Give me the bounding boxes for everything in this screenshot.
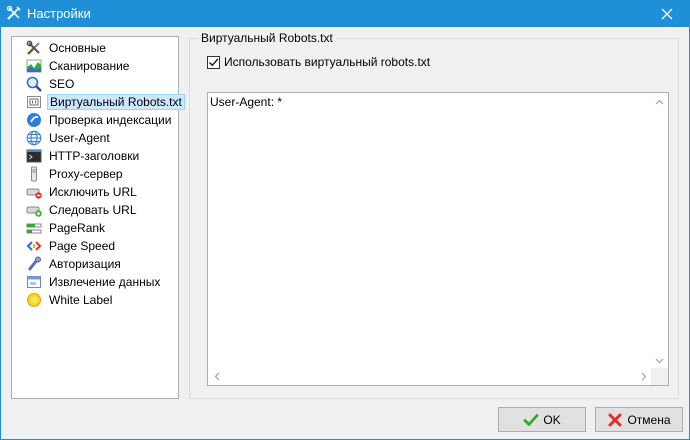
sidebar-item-label: Сканирование bbox=[49, 59, 130, 73]
pagerank-icon bbox=[26, 220, 42, 236]
blue-globe-icon bbox=[26, 112, 42, 128]
checkmark-icon bbox=[523, 413, 539, 426]
ok-button-label: OK bbox=[543, 412, 561, 427]
vertical-scrollbar[interactable] bbox=[651, 93, 668, 369]
scrollbar-corner bbox=[651, 368, 668, 385]
globe-icon bbox=[26, 130, 42, 146]
sidebar-item-label: Виртуальный Robots.txt bbox=[47, 94, 185, 110]
scroll-down-button[interactable] bbox=[651, 352, 668, 369]
chevron-up-icon bbox=[655, 99, 664, 104]
title-bar[interactable]: Настройки bbox=[0, 0, 690, 27]
sidebar-item-label: User-Agent bbox=[49, 131, 110, 145]
proxy-icon bbox=[26, 166, 42, 182]
robots-text-editor[interactable]: User-Agent: * bbox=[207, 92, 669, 386]
chevron-left-icon bbox=[214, 372, 219, 381]
horizontal-scrollbar[interactable] bbox=[208, 368, 652, 385]
sidebar-item-label: Proxy-сервер bbox=[49, 167, 123, 181]
cancel-button-label: Отмена bbox=[627, 412, 671, 427]
pagespeed-icon bbox=[26, 238, 42, 254]
sidebar-item-white-label[interactable]: White Label bbox=[13, 291, 175, 309]
tools-icon bbox=[6, 5, 22, 21]
extract-icon bbox=[26, 274, 42, 290]
sidebar-item-follow-url[interactable]: Следовать URL bbox=[13, 201, 175, 219]
scroll-up-button[interactable] bbox=[651, 93, 668, 110]
sidebar-item-label: PageRank bbox=[49, 221, 106, 235]
sidebar-item-scanning[interactable]: Сканирование bbox=[13, 57, 175, 75]
scroll-left-button[interactable] bbox=[208, 368, 225, 385]
sidebar-item-label: Исключить URL bbox=[49, 185, 137, 199]
sidebar-item-proxy[interactable]: Proxy-сервер bbox=[13, 165, 175, 183]
close-icon bbox=[661, 8, 673, 19]
chart-icon bbox=[26, 58, 42, 74]
sidebar-item-pagerank[interactable]: PageRank bbox=[13, 219, 175, 237]
sidebar-item-label: HTTP-заголовки bbox=[49, 149, 140, 163]
sidebar-item-index-check[interactable]: Проверка индексации bbox=[13, 111, 175, 129]
sidebar-item-page-speed[interactable]: Page Speed bbox=[13, 237, 175, 255]
sidebar-item-authorization[interactable]: Авторизация bbox=[13, 255, 175, 273]
chevron-down-icon bbox=[655, 358, 664, 363]
tools-icon bbox=[26, 40, 42, 56]
sidebar-item-label: Авторизация bbox=[49, 257, 121, 271]
sidebar-item-virtual-robots[interactable]: Виртуальный Robots.txt bbox=[13, 93, 185, 111]
sidebar-item-label: Следовать URL bbox=[49, 203, 137, 217]
settings-category-list[interactable]: Основные Сканирование SEO Виртуальный Ro… bbox=[11, 36, 185, 399]
sidebar-item-label: White Label bbox=[49, 293, 113, 307]
use-virtual-robots-checkbox[interactable]: Использовать виртуальный robots.txt bbox=[207, 55, 430, 69]
sidebar-item-http-headers[interactable]: HTTP-заголовки bbox=[13, 147, 175, 165]
scroll-right-button[interactable] bbox=[635, 368, 652, 385]
key-icon bbox=[26, 256, 42, 272]
robots-text-content[interactable]: User-Agent: * bbox=[210, 95, 282, 110]
ok-button[interactable]: OK bbox=[498, 407, 586, 432]
close-button[interactable] bbox=[644, 0, 690, 27]
terminal-icon bbox=[26, 148, 42, 164]
sun-icon bbox=[26, 292, 42, 308]
robots-file-icon bbox=[26, 94, 42, 110]
follow-icon bbox=[26, 202, 42, 218]
sidebar-item-label: Извлечение данных bbox=[49, 275, 161, 289]
cross-icon bbox=[608, 413, 622, 426]
virtual-robots-group: Виртуальный Robots.txt Использовать вирт… bbox=[189, 31, 679, 399]
chevron-right-icon bbox=[641, 372, 646, 381]
exclude-icon bbox=[26, 184, 42, 200]
group-title: Виртуальный Robots.txt bbox=[198, 31, 336, 45]
window-title: Настройки bbox=[27, 6, 91, 21]
settings-dialog: Основные Сканирование SEO Виртуальный Ro… bbox=[0, 27, 690, 440]
checkbox-box[interactable] bbox=[207, 55, 220, 69]
sidebar-item-data-extraction[interactable]: Извлечение данных bbox=[13, 273, 175, 291]
sidebar-item-general[interactable]: Основные bbox=[13, 39, 175, 57]
sidebar-item-user-agent[interactable]: User-Agent bbox=[13, 129, 175, 147]
magnifier-icon bbox=[26, 76, 42, 92]
checkbox-label: Использовать виртуальный robots.txt bbox=[224, 55, 431, 69]
sidebar-item-exclude-url[interactable]: Исключить URL bbox=[13, 183, 175, 201]
sidebar-item-seo[interactable]: SEO bbox=[13, 75, 175, 93]
sidebar-item-label: Page Speed bbox=[49, 239, 116, 253]
checkmark-icon bbox=[209, 58, 219, 66]
sidebar-item-label: Основные bbox=[49, 41, 106, 55]
cancel-button[interactable]: Отмена bbox=[595, 407, 683, 432]
sidebar-item-label: SEO bbox=[49, 77, 75, 91]
sidebar-item-label: Проверка индексации bbox=[49, 113, 172, 127]
